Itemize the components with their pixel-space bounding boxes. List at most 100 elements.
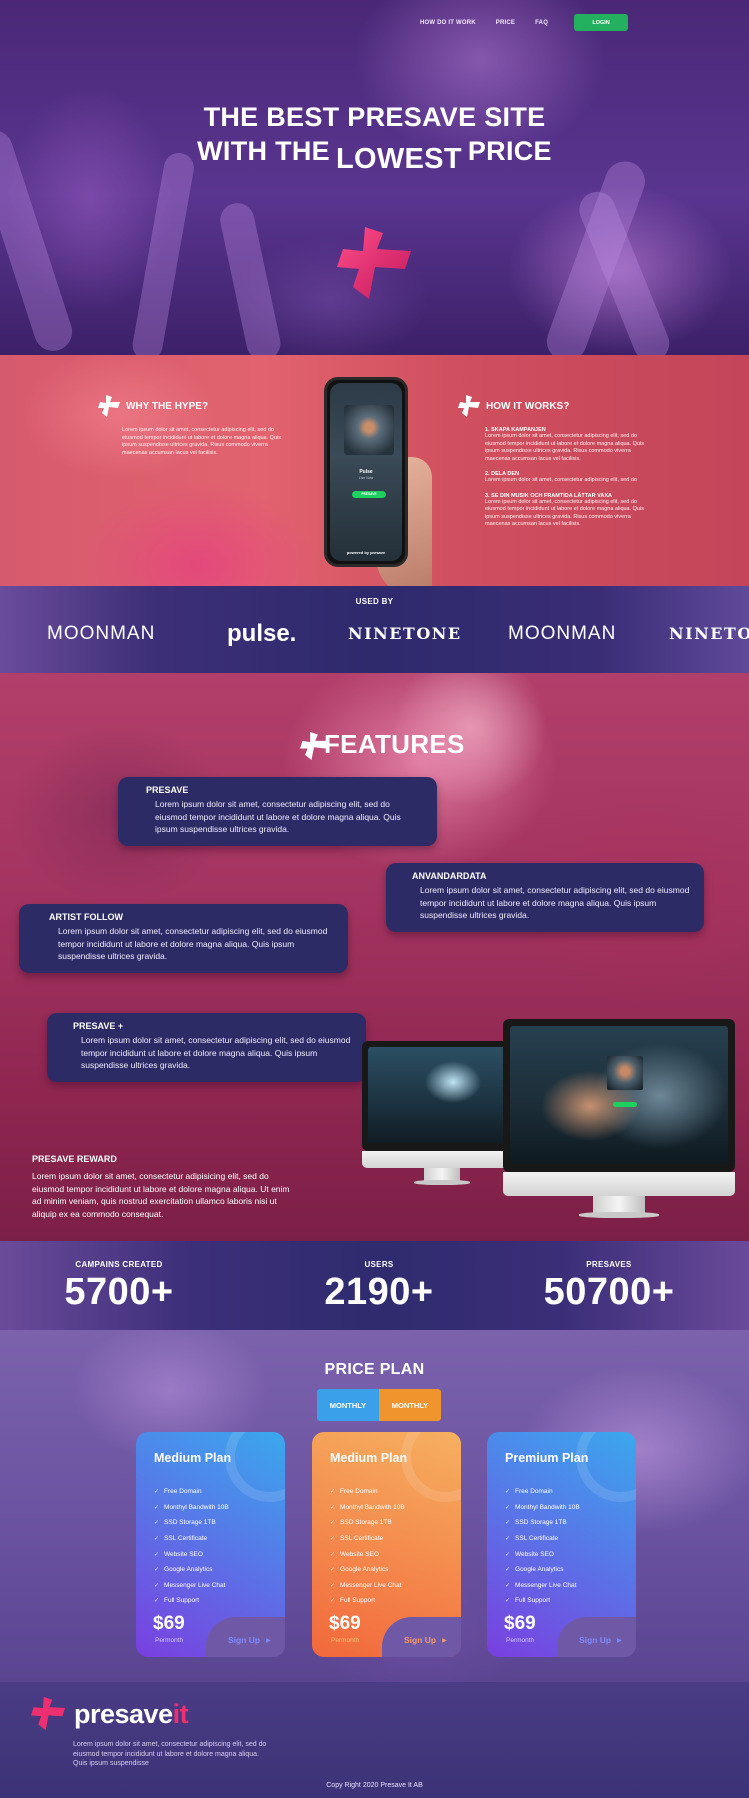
play-arrow-icon: ▶ [617,1637,622,1644]
step-2-text: Lorem ipsum dolor sit amet, consectetur … [485,477,637,483]
feature-title: PRESAVE + [73,1021,124,1031]
partner-logos: MOONMAN pulse. NINETONE MOONMAN NINETO [0,619,749,649]
hero-line-1: THE BEST PRESAVE SITE [203,102,546,132]
sign-up-label: Sign Up [579,1635,612,1645]
check-icon: ✓ [505,1520,511,1527]
check-icon: ✓ [154,1551,160,1558]
plan-period: Permonth [155,1637,184,1644]
plan-feature-item: ✓ Full Support [154,1593,229,1609]
used-by-title: USED BY [355,597,394,606]
feature-title: ARTIST FOLLOW [49,912,123,922]
plan-name: Medium Plan [330,1451,408,1465]
nav-faq[interactable]: FAQ [535,20,548,26]
plan-feature-label: SSD Storage 1TB [515,1519,567,1527]
plan-feature-label: Free Domain [340,1488,378,1496]
crowd-hand-shape [217,199,284,355]
plan-feature-label: SSL Certificate [340,1535,384,1543]
stat-campaigns: CAMPAINS CREATED 5700+ [0,1241,239,1314]
sign-up-button[interactable]: Sign Up ▶ [228,1635,271,1645]
phone-artist-name: Pulse [359,469,373,475]
imac-mockup-front [503,1019,735,1221]
plan-feature-item: ✓ Free Domain [330,1484,405,1500]
plan-feature-label: SSL Certificate [515,1535,559,1543]
plan-feature-item: ✓ Monthyl Bandwith 10B [505,1500,580,1516]
plan-feature-item: ✓ Google Analytics [330,1562,405,1578]
step-1-text: Lorem ipsum dolor sit amet, consectetur … [485,433,644,462]
step-3-text: Lorem ipsum dolor sit amet, consectetur … [485,498,644,528]
imac-mockup-back [362,1041,522,1186]
price-plan-title: PRICE PLAN [324,1361,425,1378]
plan-feature-item: ✓ SSD Storage 1TB [505,1515,580,1531]
stat-label: PRESAVES [586,1260,632,1269]
nav-how-it-works[interactable]: HOW DO IT WORK [420,20,476,26]
billing-toggle: MONTHLY MONTHLY [317,1389,441,1421]
toggle-monthly-blue[interactable]: MONTHLY [317,1389,379,1421]
plan-feature-item: ✓ Free Domain [154,1484,229,1500]
logo-moonman: MOONMAN [508,623,617,644]
plan-feature-item: ✓ Monthyl Bandwith 10B [154,1500,229,1516]
plan-feature-label: Website SEO [340,1550,379,1558]
plan-feature-item: ✓ SSD Storage 1TB [330,1515,405,1531]
plan-period: Permonth [506,1637,535,1644]
hero-line-2-c: PRICE [467,136,552,166]
plan-feature-item: ✓ SSD Storage 1TB [154,1515,229,1531]
plan-period: Permonth [331,1637,360,1644]
cross-icon [458,395,480,417]
plan-feature-list: ✓ Free Domain ✓ Monthyl Bandwith 10B ✓ SSD St… [505,1484,580,1609]
features-heading: FEATURES [300,715,465,760]
login-button[interactable]: LOGIN [574,14,629,31]
imac-chin [362,1151,522,1168]
check-icon: ✓ [505,1489,511,1496]
check-icon: ✓ [330,1504,336,1511]
plan-feature-label: Monthyl Bandwith 10B [340,1503,405,1511]
plan-price: $69 [153,1613,185,1634]
imac-foot [414,1180,470,1185]
sign-up-button[interactable]: Sign Up ▶ [404,1635,447,1645]
features-title: FEATURES [324,729,465,759]
check-icon: ✓ [330,1536,336,1543]
feature-card-anvandardata: ANVANDARDATA Lorem ipsum dolor sit amet,… [386,863,704,932]
presave-reward-title: PRESAVE REWARD [32,1154,117,1164]
top-nav: HOW DO IT WORK PRICE FAQ LOGIN [420,14,629,31]
plan-feature-label: Website SEO [515,1550,554,1558]
sign-up-button[interactable]: Sign Up ▶ [579,1635,622,1645]
plan-feature-item: ✓ Messenger Live Chat [505,1578,580,1594]
play-arrow-icon: ▶ [266,1637,271,1644]
check-icon: ✓ [154,1536,160,1543]
plan-feature-item: ✓ Website SEO [505,1546,580,1562]
sign-up-label: Sign Up [228,1635,261,1645]
feature-title: ANVANDARDATA [412,871,487,881]
plan-feature-item: ✓ Website SEO [154,1546,229,1562]
check-icon: ✓ [505,1551,511,1558]
hero-lowest-word: LOWEST [336,143,462,175]
footer-logo[interactable]: presaveit [30,1696,189,1732]
nav-price[interactable]: PRICE [496,20,515,26]
check-icon: ✓ [330,1489,336,1496]
pricing-section: PRICE PLAN MONTHLY MONTHLY Medium Plan ✓… [0,1330,749,1682]
logo-pulse: pulse. [227,620,297,647]
plan-name: Medium Plan [154,1451,232,1465]
stat-users: USERS 2190+ [259,1241,499,1314]
plan-feature-label: Messenger Live Chat [164,1581,226,1589]
plan-feature-item: ✓ Google Analytics [154,1562,229,1578]
plan-feature-item: ✓ SSL Certificate [154,1531,229,1547]
hero-line-2-a: WITH THE [197,136,330,166]
plan-feature-label: Website SEO [164,1550,203,1558]
plan-feature-label: Google Analytics [164,1566,213,1574]
play-arrow-icon: ▶ [442,1637,447,1644]
plan-feature-label: Free Domain [164,1488,202,1496]
logo-ninetone: NINETONE [348,624,462,643]
plan-feature-label: Google Analytics [515,1566,564,1574]
stat-value: 5700+ [64,1271,174,1313]
plan-feature-list: ✓ Free Domain ✓ Monthyl Bandwith 10B ✓ SSD St… [330,1484,405,1609]
plan-feature-label: Full Support [340,1597,376,1605]
logo-moonman: MOONMAN [47,623,156,644]
plan-feature-item: ✓ Website SEO [330,1546,405,1562]
plan-feature-item: ✓ Messenger Live Chat [330,1578,405,1594]
plan-feature-item: ✓ Monthyl Bandwith 10B [330,1500,405,1516]
plan-feature-label: SSD Storage 1TB [340,1519,392,1527]
imac-screen [510,1026,728,1164]
check-icon: ✓ [154,1598,160,1605]
check-icon: ✓ [505,1536,511,1543]
toggle-monthly-orange[interactable]: MONTHLY [379,1389,441,1421]
